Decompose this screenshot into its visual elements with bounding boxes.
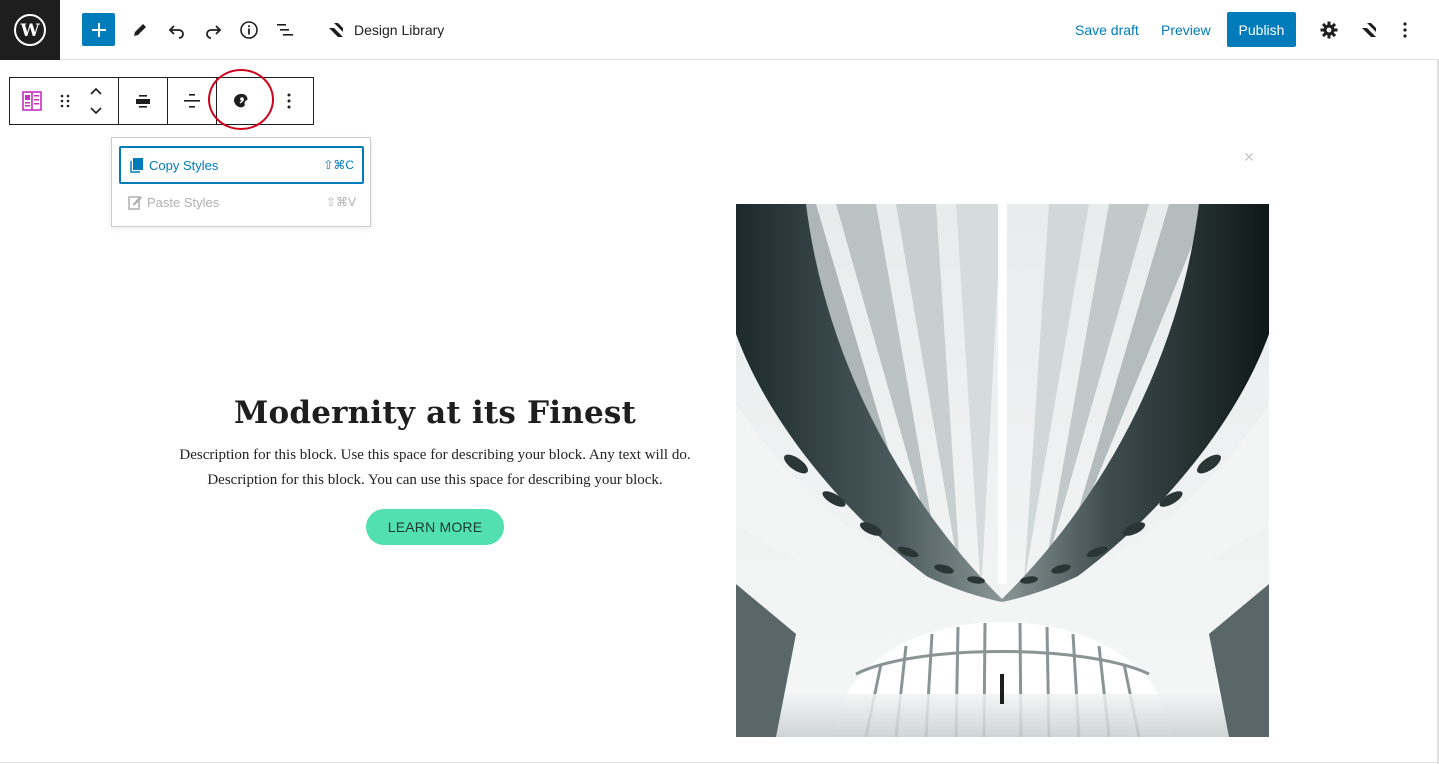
copy-styles-menu-item[interactable]: Copy Styles ⇧⌘C [119,146,364,184]
preview-button[interactable]: Preview [1161,12,1211,48]
paste-styles-label: Paste Styles [147,194,220,210]
feature-block-icon [22,91,42,111]
copy-styles-shortcut: ⇧⌘C [323,158,354,172]
text-align-button[interactable] [168,78,216,124]
paste-styles-menu-item[interactable]: Paste Styles ⇧⌘V [119,183,364,221]
text-align-icon [184,94,200,108]
architecture-image[interactable] [736,204,1269,737]
move-down-button[interactable] [81,101,111,121]
stackable-icon [1362,23,1376,37]
block-align-button[interactable] [119,78,167,124]
block-heading[interactable]: Modernity at its Finest [140,395,730,431]
info-icon [240,21,258,39]
pencil-icon [134,24,146,36]
copy-styles-label: Copy Styles [149,157,219,173]
text-align-group [168,78,217,124]
list-view-icon [277,24,293,36]
settings-button[interactable] [1311,12,1347,48]
paint-palette-icon [234,93,248,108]
svg-text:W: W [19,21,40,41]
align-center-icon [136,95,150,108]
drag-handle-icon [60,94,70,108]
save-draft-button[interactable]: Save draft [1075,12,1139,48]
more-vertical-icon [1403,22,1407,38]
style-options-group [217,78,313,124]
block-type-button[interactable] [10,78,54,124]
description-line: Description for this block. Use this spa… [179,447,691,463]
stackable-icon [329,23,343,37]
design-library-label: Design Library [354,22,445,38]
paste-icon [128,196,142,210]
learn-more-button[interactable]: LEARN MORE [366,509,504,545]
block-description[interactable]: Description for this block. Use this spa… [140,443,730,493]
divider [0,762,1439,763]
chevron-down-icon [90,107,102,115]
plus-icon [91,22,106,37]
editor-header: W Design Library Save draft Preview Publ… [0,0,1439,60]
copy-icon [130,158,143,173]
drag-handle[interactable] [54,78,76,124]
chevron-up-icon [90,87,102,95]
design-library-button[interactable]: Design Library [326,12,444,48]
gear-icon [1320,21,1338,39]
block-options-button[interactable] [265,78,313,124]
move-up-button[interactable] [81,81,111,101]
redo-button[interactable] [195,12,231,48]
block-mover [76,78,116,124]
block-mover-group [10,78,119,124]
details-button[interactable] [231,12,267,48]
publish-button[interactable]: Publish [1227,12,1296,47]
stackable-settings-button[interactable] [1351,12,1387,48]
paste-styles-shortcut: ⇧⌘V [325,195,356,209]
description-line: Description for this block. You can use … [207,472,663,488]
tools-button[interactable] [122,12,158,48]
wordpress-logo-icon[interactable]: W [0,0,60,60]
undo-button[interactable] [159,12,195,48]
close-icon[interactable]: × [1240,148,1258,166]
style-copy-paste-button[interactable] [217,78,265,124]
undo-icon [168,25,184,39]
style-copy-paste-menu: Copy Styles ⇧⌘C Paste Styles ⇧⌘V [111,137,371,227]
more-vertical-icon [287,93,291,109]
block-toolbar [9,77,314,125]
list-view-button[interactable] [267,12,303,48]
architecture-illustration [736,204,1269,737]
block-align-group [119,78,168,124]
redo-icon [206,25,222,39]
add-block-button[interactable] [82,13,115,46]
options-button[interactable] [1387,12,1423,48]
